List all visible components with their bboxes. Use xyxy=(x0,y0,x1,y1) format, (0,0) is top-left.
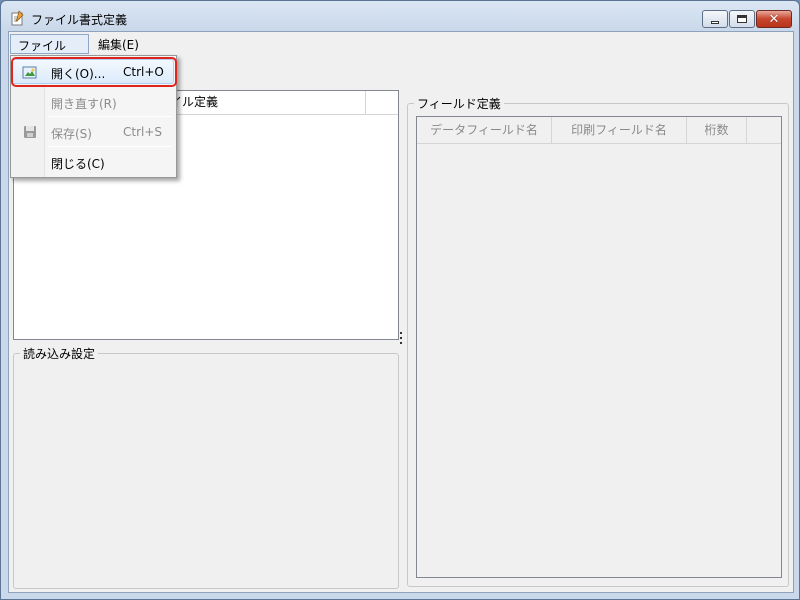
menu-item-close-label: 閉じる(C) xyxy=(51,157,105,171)
close-icon: ✕ xyxy=(768,11,780,27)
menu-separator xyxy=(48,146,172,147)
field-definition-group: フィールド定義 データフィールド名 印刷フィールド名 桁数 xyxy=(407,95,789,587)
maximize-button[interactable] xyxy=(729,10,755,28)
menu-separator xyxy=(48,116,172,117)
menu-item-save-shortcut: Ctrl+S xyxy=(123,125,163,139)
field-grid[interactable]: データフィールド名 印刷フィールド名 桁数 xyxy=(416,116,782,578)
read-settings-legend: 読み込み設定 xyxy=(20,345,99,362)
minimize-button[interactable] xyxy=(702,10,728,28)
field-grid-header: データフィールド名 印刷フィールド名 桁数 xyxy=(417,117,781,144)
menu-item-close[interactable]: 閉じる(C) xyxy=(13,150,174,174)
maximize-icon xyxy=(737,15,747,23)
column-digits[interactable]: 桁数 xyxy=(687,117,747,144)
close-button[interactable]: ✕ xyxy=(756,10,792,28)
read-settings-group: 読み込み設定 xyxy=(13,345,399,589)
menu-item-reopen[interactable]: 開き直す(R) xyxy=(13,90,174,114)
menu-item-save-label: 保存(S) xyxy=(51,127,92,141)
menu-edit[interactable]: 編集(E) xyxy=(91,34,146,54)
main-window: ファイル書式定義 ✕ ファイル(F) 編集(E) イル定義 読み込 xyxy=(0,0,800,600)
list-column-header[interactable]: イル定義 xyxy=(164,91,366,115)
floppy-disk-icon xyxy=(24,126,36,138)
minimize-icon xyxy=(711,20,719,24)
splitter-handle[interactable] xyxy=(400,332,403,347)
list-column-header-blank[interactable] xyxy=(366,91,398,115)
menu-item-reopen-label: 開き直す(R) xyxy=(51,97,117,111)
window-title: ファイル書式定義 xyxy=(31,13,128,27)
field-definition-legend: フィールド定義 xyxy=(414,95,504,112)
column-data-field-name[interactable]: データフィールド名 xyxy=(417,117,552,144)
menu-file[interactable]: ファイル(F) xyxy=(10,34,89,68)
document-pen-icon xyxy=(11,10,24,26)
menu-item-save[interactable]: 保存(S) Ctrl+S xyxy=(13,120,174,144)
column-print-field-name[interactable]: 印刷フィールド名 xyxy=(552,117,687,144)
highlight-annotation xyxy=(11,57,177,87)
title-bar[interactable]: ファイル書式定義 ✕ xyxy=(1,1,799,31)
menu-bar: ファイル(F) 編集(E) xyxy=(9,32,793,68)
